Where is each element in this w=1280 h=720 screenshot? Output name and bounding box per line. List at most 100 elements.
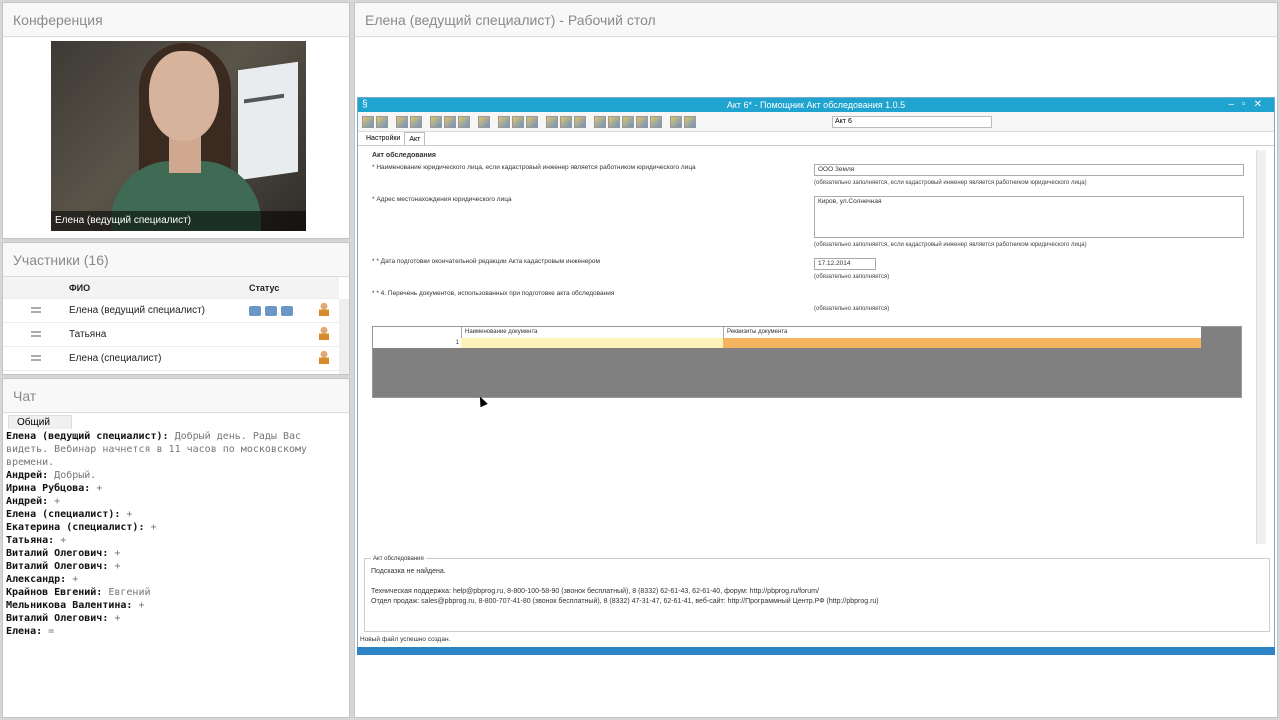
chat-messages: Елена (ведущий специалист): Добрый день.… bbox=[6, 430, 346, 638]
field3-note: (обязательно заполняется) bbox=[814, 274, 890, 280]
participants-scrollbar[interactable] bbox=[339, 299, 349, 374]
app-icon: § bbox=[362, 99, 368, 110]
participant-row[interactable]: Елена (ведущий специалист) bbox=[3, 299, 339, 323]
chat-author: Елена (специалист): bbox=[6, 509, 121, 520]
hint-panel: Акт обследования Подсказка не найдена. Т… bbox=[364, 554, 1270, 632]
desktop-title: Елена (ведущий специалист) - Рабочий сто… bbox=[355, 3, 1277, 37]
chat-message: Татьяна: + bbox=[6, 534, 346, 547]
app-window-title: Акт 6* - Помощник Акт обследования 1.0.5 bbox=[726, 100, 906, 110]
form-section-title: Акт обследования bbox=[372, 152, 437, 159]
chat-author: Мельникова Валентина: bbox=[6, 600, 133, 611]
refresh-icon[interactable] bbox=[608, 115, 620, 128]
new-file-icon[interactable] bbox=[362, 115, 374, 128]
paste-icon[interactable] bbox=[512, 115, 524, 128]
grid-col-doc-details: Реквизиты документа bbox=[723, 327, 1201, 338]
chat-text: + bbox=[90, 483, 103, 494]
address-textarea[interactable]: Киров, ул.Солнечная bbox=[814, 196, 1244, 238]
drag-handle-icon[interactable] bbox=[31, 355, 41, 361]
chat-author: Александр: bbox=[6, 574, 67, 585]
field1-note: (обязательно заполняется, если кадастров… bbox=[814, 180, 1087, 186]
hint-text: Подсказка не найдена. bbox=[371, 568, 446, 575]
chat-message: Крайнов Евгений: Евгений bbox=[6, 586, 346, 599]
user-icon bbox=[319, 350, 329, 364]
chat-author: Елена: bbox=[6, 626, 43, 637]
organization-select[interactable]: ООО Земля bbox=[814, 164, 1244, 176]
chat-text: + bbox=[144, 522, 157, 533]
chat-text: + bbox=[108, 613, 121, 624]
image-icon[interactable] bbox=[636, 115, 648, 128]
chat-text: + bbox=[108, 548, 121, 559]
status-bar: Новый файл успешно создан. bbox=[360, 636, 451, 643]
open-icon[interactable] bbox=[376, 115, 388, 128]
edit-icon[interactable] bbox=[430, 115, 442, 128]
participant-row[interactable]: Елена (специалист) bbox=[3, 347, 339, 371]
tab-settings[interactable]: Настройки bbox=[366, 132, 400, 145]
move-icon[interactable] bbox=[574, 115, 586, 128]
drag-handle-icon[interactable] bbox=[31, 331, 41, 337]
settings-icon[interactable] bbox=[622, 115, 634, 128]
grid-row[interactable]: 1 bbox=[373, 338, 1201, 348]
chat-message: Виталий Олегович: + bbox=[6, 547, 346, 560]
chat-message: Мельникова Валентина: + bbox=[6, 599, 346, 612]
participant-row[interactable]: Татьяна bbox=[3, 323, 339, 347]
chat-author: Крайнов Евгений: bbox=[6, 587, 103, 598]
save-icon[interactable] bbox=[396, 115, 408, 128]
document-icon[interactable] bbox=[650, 115, 662, 128]
insert-row-icon[interactable] bbox=[546, 115, 558, 128]
save-as-icon[interactable] bbox=[410, 115, 422, 128]
microphone-icon bbox=[265, 305, 277, 316]
col-name-header: ФИО bbox=[69, 282, 91, 293]
form-scrollbar[interactable] bbox=[1256, 150, 1266, 544]
chat-text: + bbox=[108, 561, 121, 572]
chat-text: + bbox=[48, 496, 61, 507]
hint-icon[interactable] bbox=[670, 115, 682, 128]
chat-text: + bbox=[66, 574, 79, 585]
chat-message: Елена: = bbox=[6, 625, 346, 638]
chat-text: + bbox=[120, 509, 133, 520]
chat-message: Ирина Рубцова: + bbox=[6, 482, 346, 495]
export-icon[interactable] bbox=[458, 115, 470, 128]
support-info: Техническая поддержка: help@pbprog.ru, 8… bbox=[371, 588, 819, 595]
delete-row-icon[interactable] bbox=[560, 115, 572, 128]
print-icon[interactable] bbox=[478, 115, 490, 128]
chat-author: Виталий Олегович: bbox=[6, 548, 109, 559]
act-name-field[interactable]: Акт 6 bbox=[832, 116, 992, 128]
date-picker[interactable]: 17.12.2014 bbox=[814, 258, 876, 270]
webcam-video[interactable]: Елена (ведущий специалист) bbox=[51, 41, 306, 231]
chat-text: Евгений bbox=[102, 587, 151, 598]
app-titlebar: § Акт 6* - Помощник Акт обследования 1.0… bbox=[358, 98, 1274, 112]
hint-legend: Акт обследования bbox=[371, 554, 426, 564]
chat-text: = bbox=[42, 626, 55, 637]
chat-author: Виталий Олегович: bbox=[6, 613, 109, 624]
participants-header: ФИО Статус bbox=[3, 277, 339, 299]
field4-label: * * 4. Перечень документов, использованн… bbox=[372, 290, 615, 297]
chat-message: Андрей: + bbox=[6, 495, 346, 508]
field4-note: (обязательно заполняется) bbox=[814, 306, 890, 312]
tab-act[interactable]: Акт bbox=[404, 132, 426, 145]
grid-cell-doc-details[interactable] bbox=[723, 338, 1201, 348]
chat-author: Татьяна: bbox=[6, 535, 55, 546]
field2-label: * Адрес местонахождения юридического лиц… bbox=[372, 196, 512, 203]
chat-message: Екатерина (специалист): + bbox=[6, 521, 346, 534]
undo-icon[interactable] bbox=[526, 115, 538, 128]
chat-message: Елена (ведущий специалист): Добрый день.… bbox=[6, 430, 346, 469]
drag-handle-icon[interactable] bbox=[31, 307, 41, 313]
grid-cell-doc-name[interactable] bbox=[461, 338, 723, 348]
chat-author: Андрей: bbox=[6, 470, 49, 481]
chat-author: Виталий Олегович: bbox=[6, 561, 109, 572]
grid-row-number: 1 bbox=[373, 338, 461, 348]
chat-tab-general[interactable]: Общий bbox=[8, 415, 72, 429]
tool-icon[interactable] bbox=[594, 115, 606, 128]
copy-icon[interactable] bbox=[498, 115, 510, 128]
os-taskbar bbox=[357, 647, 1275, 655]
grid-header: Наименование документа Реквизиты докумен… bbox=[373, 327, 1201, 338]
participant-name: Татьяна bbox=[69, 329, 107, 340]
video-whiteboard bbox=[238, 61, 298, 181]
chat-message: Виталий Олегович: + bbox=[6, 560, 346, 573]
chat-message: Виталий Олегович: + bbox=[6, 612, 346, 625]
check-icon[interactable] bbox=[444, 115, 456, 128]
help-icon[interactable] bbox=[684, 115, 696, 128]
chat-text: + bbox=[132, 600, 145, 611]
window-controls[interactable]: ‒▫✕ bbox=[1229, 98, 1271, 112]
chat-message: Елена (специалист): + bbox=[6, 508, 346, 521]
